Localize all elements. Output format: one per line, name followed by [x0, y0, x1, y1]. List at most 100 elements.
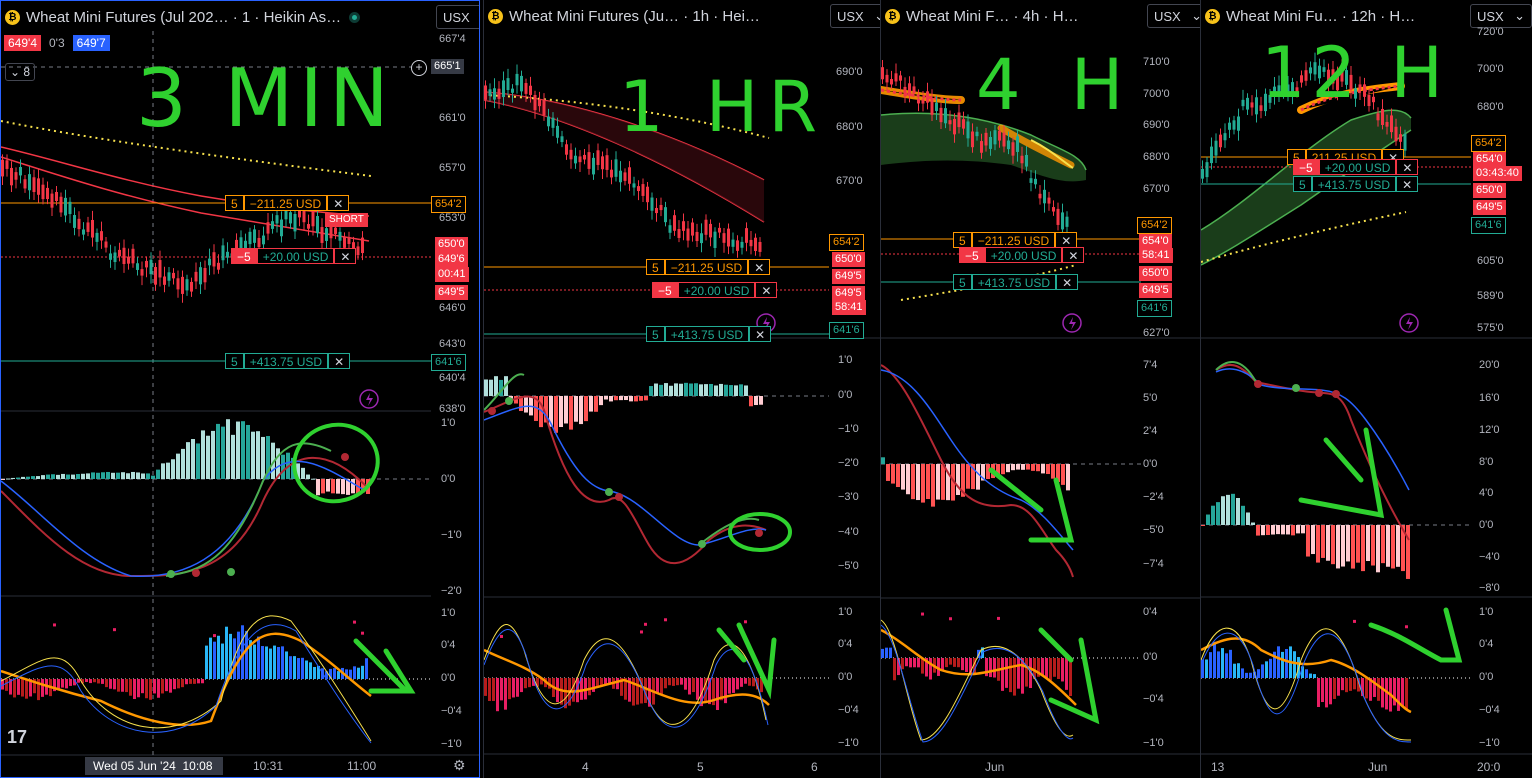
close-icon[interactable]: ✕: [755, 282, 778, 298]
oscillator-bar: [949, 658, 952, 665]
chart-pane-1min[interactable]: ₿ Wheat Mini Futures (Jul 202… · 1 · Hei…: [0, 0, 480, 778]
order-line-tp[interactable]: 5 −211.25 USD ✕: [953, 232, 1078, 248]
currency-select[interactable]: USX⌄: [1147, 4, 1201, 28]
order-line-tp[interactable]: 5 −211.25 USD ✕: [646, 259, 771, 275]
histogram-bar: [579, 396, 583, 425]
histogram-bar: [1316, 525, 1320, 563]
order-line-sl[interactable]: 5 +413.75 USD ✕: [646, 326, 772, 342]
ask-button[interactable]: 649'7: [72, 35, 110, 51]
osc-tick: 0'0: [1479, 671, 1494, 683]
histogram-bar: [76, 474, 80, 479]
candle: [709, 223, 712, 238]
order-line-position[interactable]: −5 +20.00 USD ✕: [959, 247, 1085, 263]
candle: [583, 154, 586, 160]
order-line-position[interactable]: −5 +20.00 USD ✕: [1293, 159, 1419, 175]
order-line-tp[interactable]: 5 −211.25 USD ✕: [225, 195, 350, 211]
oscillator-bar: [77, 679, 80, 683]
candle: [637, 186, 640, 192]
oscillator-bar: [309, 662, 312, 679]
oscillator-bar: [989, 658, 992, 678]
short-signal-label: SHORT: [325, 213, 368, 227]
close-icon[interactable]: ✕: [334, 248, 357, 264]
currency-select[interactable]: USX⌄: [830, 4, 881, 28]
oscillator-bar: [636, 678, 639, 705]
chart-pane-12h[interactable]: ₿ Wheat Mini Fu… · 12h · H… USX ⌄ 720'0 7…: [1200, 0, 1532, 778]
candle: [632, 183, 636, 188]
oscillator-bar: [1065, 658, 1068, 690]
time-axis[interactable]: Jun: [881, 754, 1201, 778]
histogram-bar: [931, 464, 935, 507]
bid-button[interactable]: 649'4: [4, 35, 41, 51]
order-line-sl[interactable]: 5 +413.75 USD ✕: [225, 353, 351, 369]
candle: [68, 201, 72, 214]
chart-plot-area[interactable]: [1201, 0, 1532, 778]
oscillator-bar: [305, 660, 308, 679]
chart-pane-1h[interactable]: ₿ Wheat Mini Futures (Ju… · 1h · Hei… US…: [483, 0, 881, 778]
order-line-position[interactable]: −5 +20.00 USD ✕: [231, 248, 357, 264]
candle: [1399, 134, 1402, 142]
chart-title[interactable]: ₿ Wheat Mini Fu… · 12h · H…: [1201, 4, 1415, 28]
candle: [1228, 122, 1231, 130]
oscillator-bar: [740, 678, 743, 687]
osc-tick: 0'4: [838, 638, 853, 650]
oscillator-bar: [893, 658, 896, 681]
candle: [176, 278, 180, 290]
add-plus-icon[interactable]: +: [411, 60, 427, 76]
indicator-collapse-button[interactable]: ⌄ 8: [5, 63, 36, 81]
histogram-bar: [624, 396, 628, 401]
close-icon[interactable]: ✕: [749, 326, 772, 342]
price-tick: 653'0: [439, 212, 466, 224]
histogram-bar: [1336, 525, 1340, 569]
oscillator-bar: [616, 678, 619, 690]
oscillator-bar: [41, 679, 44, 697]
oscillator-bar: [1221, 648, 1224, 678]
close-icon[interactable]: ✕: [327, 195, 350, 211]
currency-select[interactable]: USX⌄: [436, 5, 479, 29]
candle: [1056, 208, 1060, 225]
close-icon[interactable]: ✕: [748, 259, 771, 275]
oscillator-bar: [5, 679, 8, 691]
settings-gear-icon[interactable]: ⚙: [453, 757, 466, 774]
currency-select[interactable]: USX⌄: [1470, 4, 1532, 28]
histogram-bar: [926, 464, 930, 500]
oscillator-bar: [17, 679, 20, 695]
close-icon[interactable]: ✕: [1056, 274, 1079, 290]
close-icon[interactable]: ✕: [1055, 232, 1078, 248]
candle: [899, 75, 902, 81]
order-line-sl[interactable]: 5 +413.75 USD ✕: [953, 274, 1079, 290]
chart-pane-4h[interactable]: ₿ Wheat Mini F… · 4h · H… USX ⌄ 710'0 700…: [880, 0, 1201, 778]
chart-title[interactable]: ₿ Wheat Mini Futures (Jul 202… · 1 · Hei…: [1, 5, 361, 29]
candle: [212, 252, 216, 267]
candle: [289, 212, 292, 224]
candle: [127, 256, 130, 264]
time-axis[interactable]: Wed 05 Jun '24 10:08 10:31 11:00 ⚙: [1, 753, 479, 777]
candle: [1061, 212, 1064, 230]
osc-tick: 0'4: [1479, 638, 1494, 650]
candle: [19, 167, 22, 176]
candle: [266, 222, 270, 234]
histogram-bar: [301, 467, 305, 479]
histogram-bar: [559, 396, 563, 428]
macd-tick: 12'0: [1479, 424, 1500, 436]
close-icon[interactable]: ✕: [328, 353, 351, 369]
candle: [556, 125, 559, 138]
price-tick: 680'0: [1477, 101, 1504, 113]
histogram-bar: [1266, 525, 1270, 536]
candle: [592, 157, 595, 175]
order-line-position[interactable]: −5 +20.00 USD ✕: [652, 282, 778, 298]
chart-title[interactable]: ₿ Wheat Mini Futures (Ju… · 1h · Hei…: [484, 4, 760, 28]
close-icon[interactable]: ✕: [1396, 176, 1419, 192]
close-icon[interactable]: ✕: [1396, 159, 1419, 175]
chart-title[interactable]: ₿ Wheat Mini F… · 4h · H…: [881, 4, 1079, 28]
histogram-bar: [1271, 525, 1275, 535]
time-axis[interactable]: 4 5 6: [484, 754, 881, 778]
histogram-bar: [564, 396, 568, 424]
histogram-bar: [91, 472, 95, 479]
order-line-sl[interactable]: 5 +413.75 USD ✕: [1293, 176, 1419, 192]
spread-value: 0'3: [49, 36, 65, 50]
price-tick: 657'0: [439, 162, 466, 174]
macd-tick: −5'0: [838, 560, 859, 572]
close-icon[interactable]: ✕: [1062, 247, 1085, 263]
price-label: 650'0: [435, 237, 468, 252]
time-axis[interactable]: 13 Jun 20:0: [1201, 754, 1532, 778]
